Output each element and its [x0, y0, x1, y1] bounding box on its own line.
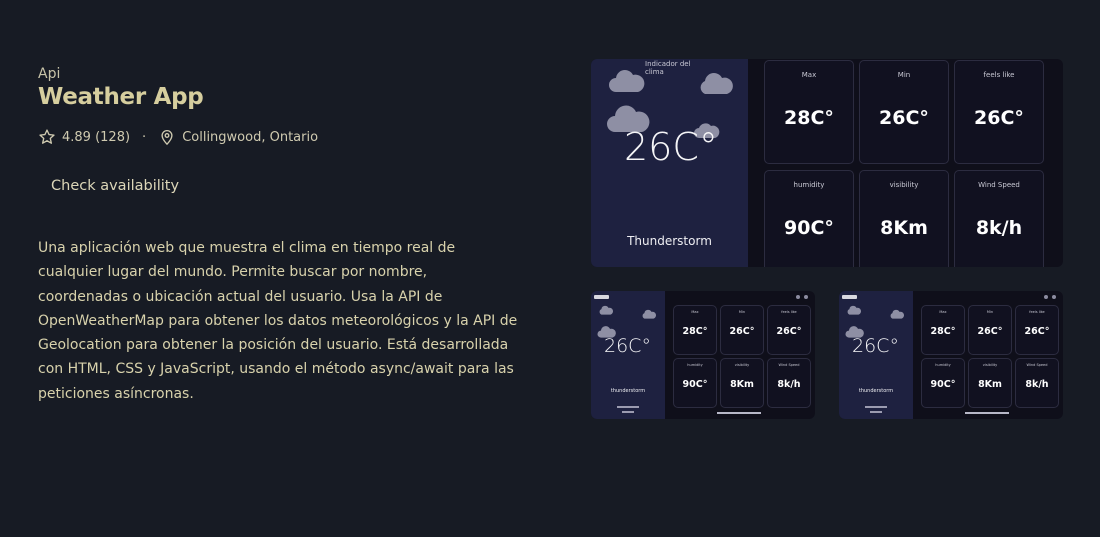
- broken-image-alt: Indicador del clima: [645, 60, 691, 76]
- stat-label: Min: [986, 310, 994, 314]
- weather-condition: Thunderstorm: [627, 234, 712, 248]
- cloud-icon: [700, 73, 733, 94]
- info-icon: [1052, 295, 1056, 299]
- weather-condition: thunderstorm: [858, 388, 894, 394]
- stat-label: Min: [897, 71, 911, 79]
- stat-label: Wind Speed: [778, 363, 800, 367]
- weather-panel: 26C° thunderstorm: [839, 291, 913, 419]
- search-bar: [594, 295, 609, 299]
- stat-card: Max 28C°: [921, 305, 965, 355]
- settings-icon: [796, 295, 800, 299]
- stat-value: 26C°: [1024, 326, 1050, 337]
- main-screenshot[interactable]: Indicador del clima 26C° Thunderstorm Ma…: [591, 59, 1063, 267]
- stat-value: 28C°: [784, 107, 834, 129]
- stat-value: 90C°: [682, 379, 708, 390]
- footer-line: [870, 411, 882, 413]
- stat-label: humidity: [935, 363, 951, 367]
- footer-line: [965, 412, 1009, 414]
- stat-value: 90C°: [784, 217, 834, 239]
- cloud-icon: [847, 305, 862, 315]
- stat-value: 26C°: [977, 326, 1003, 337]
- stat-card: feels like 26C°: [767, 305, 811, 355]
- project-meta: 4.89 (128) · Collingwood, Ontario: [38, 128, 518, 146]
- stat-card: Max 28C°: [673, 305, 717, 355]
- stat-card: visibility 8Km: [968, 358, 1012, 408]
- stat-card: Min 26C°: [720, 305, 764, 355]
- stat-label: Max: [691, 310, 699, 314]
- meta-separator: ·: [142, 129, 147, 145]
- weather-stats-grid: Max 28C° Min 26C° feels like 26C° humidity 9…: [673, 305, 811, 409]
- stat-card: humidity 90C°: [921, 358, 965, 408]
- footer-line: [617, 406, 639, 408]
- location-pin-icon: [158, 128, 176, 146]
- stat-value: 8k/h: [975, 217, 1023, 239]
- stat-label: visibility: [982, 363, 998, 367]
- stat-value: 8Km: [730, 379, 754, 390]
- rating-text: 4.89 (128): [62, 129, 131, 145]
- weather-stats-grid: Max 28C° Min 26C° feels like 26C° humidity 9…: [921, 305, 1059, 409]
- stat-label: feels like: [1029, 310, 1045, 314]
- settings-icon: [1044, 295, 1048, 299]
- stat-label: humidity: [793, 181, 825, 189]
- thumbnail-screenshot-2[interactable]: 26C° thunderstorm Max 28C° Min 26C° feels …: [839, 291, 1063, 419]
- stat-label: visibility: [734, 363, 750, 367]
- footer-line: [865, 406, 887, 408]
- current-temperature: 26C°: [604, 335, 651, 357]
- stat-card: humidity 90C°: [764, 170, 854, 267]
- stat-label: feels like: [781, 310, 797, 314]
- project-description: Una aplicación web que muestra el clima …: [38, 240, 518, 402]
- stat-label: Min: [738, 310, 746, 314]
- stat-value: 8k/h: [777, 379, 801, 390]
- stat-card: visibility 8Km: [859, 170, 949, 267]
- footer-line: [622, 411, 634, 413]
- weather-stats-grid: Max 28C° Min 26C° feels like 26C° humidity 9…: [764, 60, 1062, 267]
- weather-panel: 26C° thunderstorm: [591, 291, 665, 419]
- stat-label: Wind Speed: [978, 181, 1020, 189]
- stat-card: Wind Speed 8k/h: [954, 170, 1044, 267]
- project-info: Api Weather App 4.89 (128) · Collingwood…: [38, 66, 518, 420]
- stat-card: Wind Speed 8k/h: [1015, 358, 1059, 408]
- stat-label: feels like: [983, 71, 1015, 79]
- stat-value: 26C°: [776, 326, 802, 337]
- stat-value: 8k/h: [1025, 379, 1049, 390]
- star-icon: [38, 128, 56, 146]
- current-temperature: 26C°: [624, 125, 718, 169]
- stat-label: Wind Speed: [1026, 363, 1048, 367]
- stat-card: humidity 90C°: [673, 358, 717, 408]
- stat-value: 26C°: [879, 107, 929, 129]
- stat-label: humidity: [687, 363, 703, 367]
- stat-card: Max 28C°: [764, 60, 854, 164]
- current-temperature: 26C°: [852, 335, 899, 357]
- weather-panel: Indicador del clima 26C° Thunderstorm: [591, 59, 748, 267]
- weather-condition: thunderstorm: [610, 388, 646, 394]
- search-bar: [842, 295, 857, 299]
- project-category: Api: [38, 66, 61, 82]
- cloud-icon: [609, 70, 645, 92]
- stat-value: 90C°: [930, 379, 956, 390]
- stat-card: feels like 26C°: [1015, 305, 1059, 355]
- stat-card: feels like 26C°: [954, 60, 1044, 164]
- stat-card: Min 26C°: [859, 60, 949, 164]
- footer-line: [717, 412, 761, 414]
- stat-label: Max: [801, 71, 817, 79]
- check-availability-button[interactable]: Check availability: [38, 170, 192, 202]
- info-icon: [804, 295, 808, 299]
- stat-label: visibility: [889, 181, 919, 189]
- cloud-icon: [642, 309, 657, 319]
- stat-value: 26C°: [729, 326, 755, 337]
- stat-value: 28C°: [930, 326, 956, 337]
- location-text: Collingwood, Ontario: [182, 129, 319, 145]
- stat-card: visibility 8Km: [720, 358, 764, 408]
- stat-card: Min 26C°: [968, 305, 1012, 355]
- thumbnail-screenshot-1[interactable]: 26C° thunderstorm Max 28C° Min 26C° feels …: [591, 291, 815, 419]
- stat-card: Wind Speed 8k/h: [767, 358, 811, 408]
- cloud-icon: [599, 305, 614, 315]
- stat-value: 26C°: [974, 107, 1024, 129]
- cloud-icon: [890, 309, 905, 319]
- stat-label: Max: [939, 310, 947, 314]
- stat-value: 8Km: [978, 379, 1002, 390]
- stat-value: 28C°: [682, 326, 708, 337]
- stat-value: 8Km: [880, 217, 928, 239]
- project-title: Weather App: [38, 84, 204, 110]
